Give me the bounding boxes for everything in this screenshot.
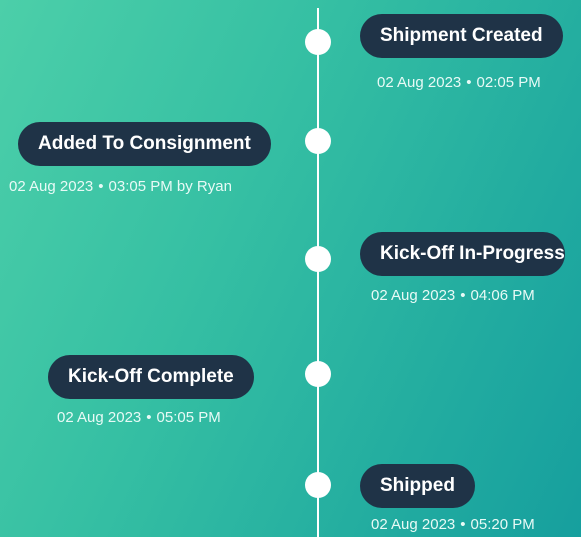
status-pill-kick-off-in-progress[interactable]: Kick-Off In-Progress <box>360 232 565 276</box>
event-author: by Ryan <box>176 178 232 195</box>
event-meta-kick-off-complete: 02 Aug 2023 • 05:05 PM <box>57 409 221 426</box>
timeline-dot-kick-off-complete <box>305 361 331 387</box>
event-meta-added-to-consignment: 02 Aug 2023 • 03:05 PM by Ryan <box>9 178 232 195</box>
event-date: 02 Aug 2023 <box>9 178 94 195</box>
event-date: 02 Aug 2023 <box>57 409 142 426</box>
timeline-dot-shipped <box>305 472 331 498</box>
meta-separator: • <box>146 409 152 426</box>
meta-separator: • <box>460 516 466 533</box>
status-pill-kick-off-complete[interactable]: Kick-Off Complete <box>48 355 254 399</box>
meta-separator: • <box>98 178 104 195</box>
meta-separator: • <box>460 287 466 304</box>
event-time: 05:05 PM <box>156 409 221 426</box>
status-pill-added-to-consignment[interactable]: Added To Consignment <box>18 122 271 166</box>
status-pill-shipped[interactable]: Shipped <box>360 464 475 508</box>
timeline-dot-added-to-consignment <box>305 128 331 154</box>
meta-separator: • <box>466 74 472 91</box>
event-date: 02 Aug 2023 <box>371 287 456 304</box>
event-date: 02 Aug 2023 <box>371 516 456 533</box>
event-meta-kick-off-in-progress: 02 Aug 2023 • 04:06 PM <box>371 287 535 304</box>
event-time: 05:20 PM <box>470 516 535 533</box>
event-date: 02 Aug 2023 <box>377 74 462 91</box>
status-pill-shipment-created[interactable]: Shipment Created <box>360 14 563 58</box>
event-meta-shipped: 02 Aug 2023 • 05:20 PM <box>371 516 535 533</box>
timeline-line <box>317 8 319 537</box>
event-time: 02:05 PM <box>476 74 541 91</box>
event-time: 04:06 PM <box>470 287 535 304</box>
timeline-dot-kick-off-in-progress <box>305 246 331 272</box>
timeline-dot-shipment-created <box>305 29 331 55</box>
event-meta-shipment-created: 02 Aug 2023 • 02:05 PM <box>377 74 541 91</box>
event-time: 03:05 PM <box>108 178 173 195</box>
